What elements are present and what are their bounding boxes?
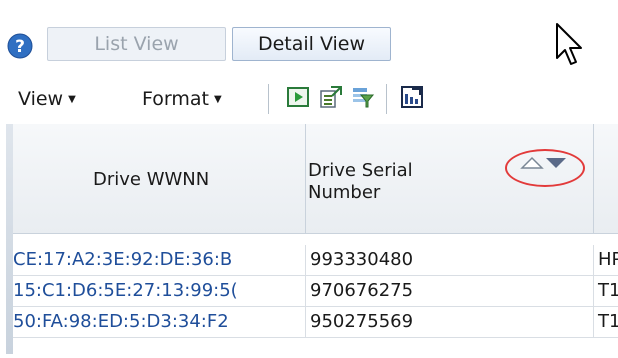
column-header-drive-wwnn[interactable]: Drive WWNN	[13, 124, 305, 234]
detach-icon[interactable]	[400, 85, 424, 109]
drive-serial-cell: 993330480	[305, 245, 593, 275]
view-menu[interactable]: View ▼	[18, 88, 76, 110]
table-row[interactable]: 50:FA:98:ED:5:D3:34:F2 950275569 T1	[13, 307, 618, 338]
column-header-label: Drive Serial Number	[308, 160, 413, 203]
drive-serial-cell: 970676275	[305, 276, 593, 306]
help-icon[interactable]: ?	[7, 33, 33, 59]
column-3-cell: T1	[593, 276, 618, 306]
highlight-ellipse	[505, 149, 585, 187]
run-icon[interactable]	[286, 85, 310, 109]
column-3-cell: HP	[593, 245, 618, 275]
drive-serial-cell: 950275569	[305, 307, 593, 337]
export-icon[interactable]	[319, 85, 343, 109]
mouse-cursor-icon	[555, 22, 585, 68]
detail-view-button[interactable]: Detail View	[232, 27, 391, 61]
filter-icon[interactable]	[351, 85, 375, 109]
chevron-down-icon: ▼	[68, 94, 76, 105]
list-view-button[interactable]: List View	[47, 27, 226, 61]
format-menu[interactable]: Format ▼	[142, 88, 222, 110]
drive-wwnn-cell[interactable]: CE:17:A2:3E:92:DE:36:B	[13, 245, 305, 275]
svg-text:?: ?	[15, 37, 25, 57]
column-header-3[interactable]	[593, 124, 618, 234]
table-row[interactable]: CE:17:A2:3E:92:DE:36:B 993330480 HP	[13, 245, 618, 276]
view-menu-label: View	[18, 88, 64, 110]
toolbar-divider	[386, 84, 387, 114]
column-header-label: Drive WWNN	[93, 169, 210, 190]
table-row[interactable]: 15:C1:D6:5E:27:13:99:5( 970676275 T1	[13, 276, 618, 307]
toolbar-divider	[268, 84, 269, 114]
chevron-down-icon: ▼	[213, 94, 222, 105]
column-3-cell: T1	[593, 307, 618, 337]
table-row-header-strip	[6, 124, 13, 354]
drive-wwnn-cell[interactable]: 15:C1:D6:5E:27:13:99:5(	[13, 276, 305, 306]
drive-wwnn-cell[interactable]: 50:FA:98:ED:5:D3:34:F2	[13, 307, 305, 337]
format-menu-label: Format	[142, 88, 209, 110]
